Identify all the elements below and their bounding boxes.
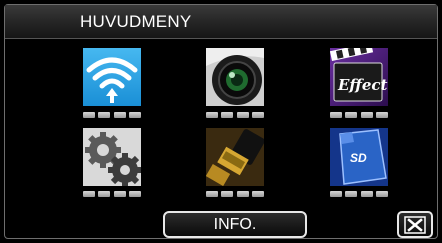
indicator-dot: [221, 191, 234, 197]
camera-lens-icon: [206, 48, 264, 106]
menu-item-sd-card[interactable]: SD: [330, 128, 388, 186]
menu-item-settings[interactable]: [83, 128, 141, 186]
effect-icon-label: Effect: [337, 76, 388, 94]
indicator-dot: [360, 191, 373, 197]
sd-icon-label: SD: [350, 151, 367, 165]
indicator-dot: [221, 112, 234, 118]
menu-item-effect[interactable]: Effect: [330, 48, 388, 106]
indicator-dot: [375, 191, 388, 197]
indicator-dot: [113, 112, 126, 118]
close-button[interactable]: [397, 211, 433, 238]
indicator-dot: [83, 191, 95, 197]
indicator-dot: [128, 191, 141, 197]
indicator-dot: [251, 112, 264, 118]
indicator-dot: [98, 112, 111, 118]
indicator-dot: [113, 191, 126, 197]
indicator-dot: [330, 191, 342, 197]
page-indicator-hdmi: [206, 191, 264, 197]
page-title: HUVUDMENY: [80, 12, 192, 31]
close-x-icon: [404, 216, 426, 234]
indicator-dot: [360, 112, 373, 118]
info-button-label: INFO.: [213, 216, 257, 233]
indicator-dot: [83, 112, 95, 118]
page-indicator-sd-card: [330, 191, 388, 197]
indicator-dot: [345, 191, 358, 197]
page-indicator-effect: [330, 112, 388, 118]
menu-item-wifi[interactable]: [83, 48, 141, 106]
indicator-dot: [236, 191, 249, 197]
indicator-dot: [128, 112, 141, 118]
indicator-dot: [251, 191, 264, 197]
indicator-dot: [236, 112, 249, 118]
menu-item-hdmi[interactable]: [206, 128, 264, 186]
indicator-dot: [98, 191, 111, 197]
indicator-dot: [206, 191, 218, 197]
title-bar: HUVUDMENY: [5, 5, 437, 39]
page-indicator-camera: [206, 112, 264, 118]
gears-settings-icon: [83, 128, 141, 186]
indicator-dot: [330, 112, 342, 118]
indicator-dot: [206, 112, 218, 118]
info-button[interactable]: INFO.: [163, 211, 307, 238]
page-indicator-settings: [83, 191, 141, 197]
effect-clapperboard-icon: Effect: [330, 48, 388, 102]
sd-card-icon: SD: [330, 128, 388, 186]
hdmi-connector-icon: [206, 128, 264, 186]
indicator-dot: [375, 112, 388, 118]
screen-frame: [4, 4, 438, 239]
page-indicator-wifi: [83, 112, 141, 118]
wifi-icon: [86, 57, 138, 103]
indicator-dot: [345, 112, 358, 118]
menu-item-camera[interactable]: [206, 48, 264, 106]
main-menu-screen: HUVUDMENY Effect SD INFO.: [0, 0, 442, 243]
